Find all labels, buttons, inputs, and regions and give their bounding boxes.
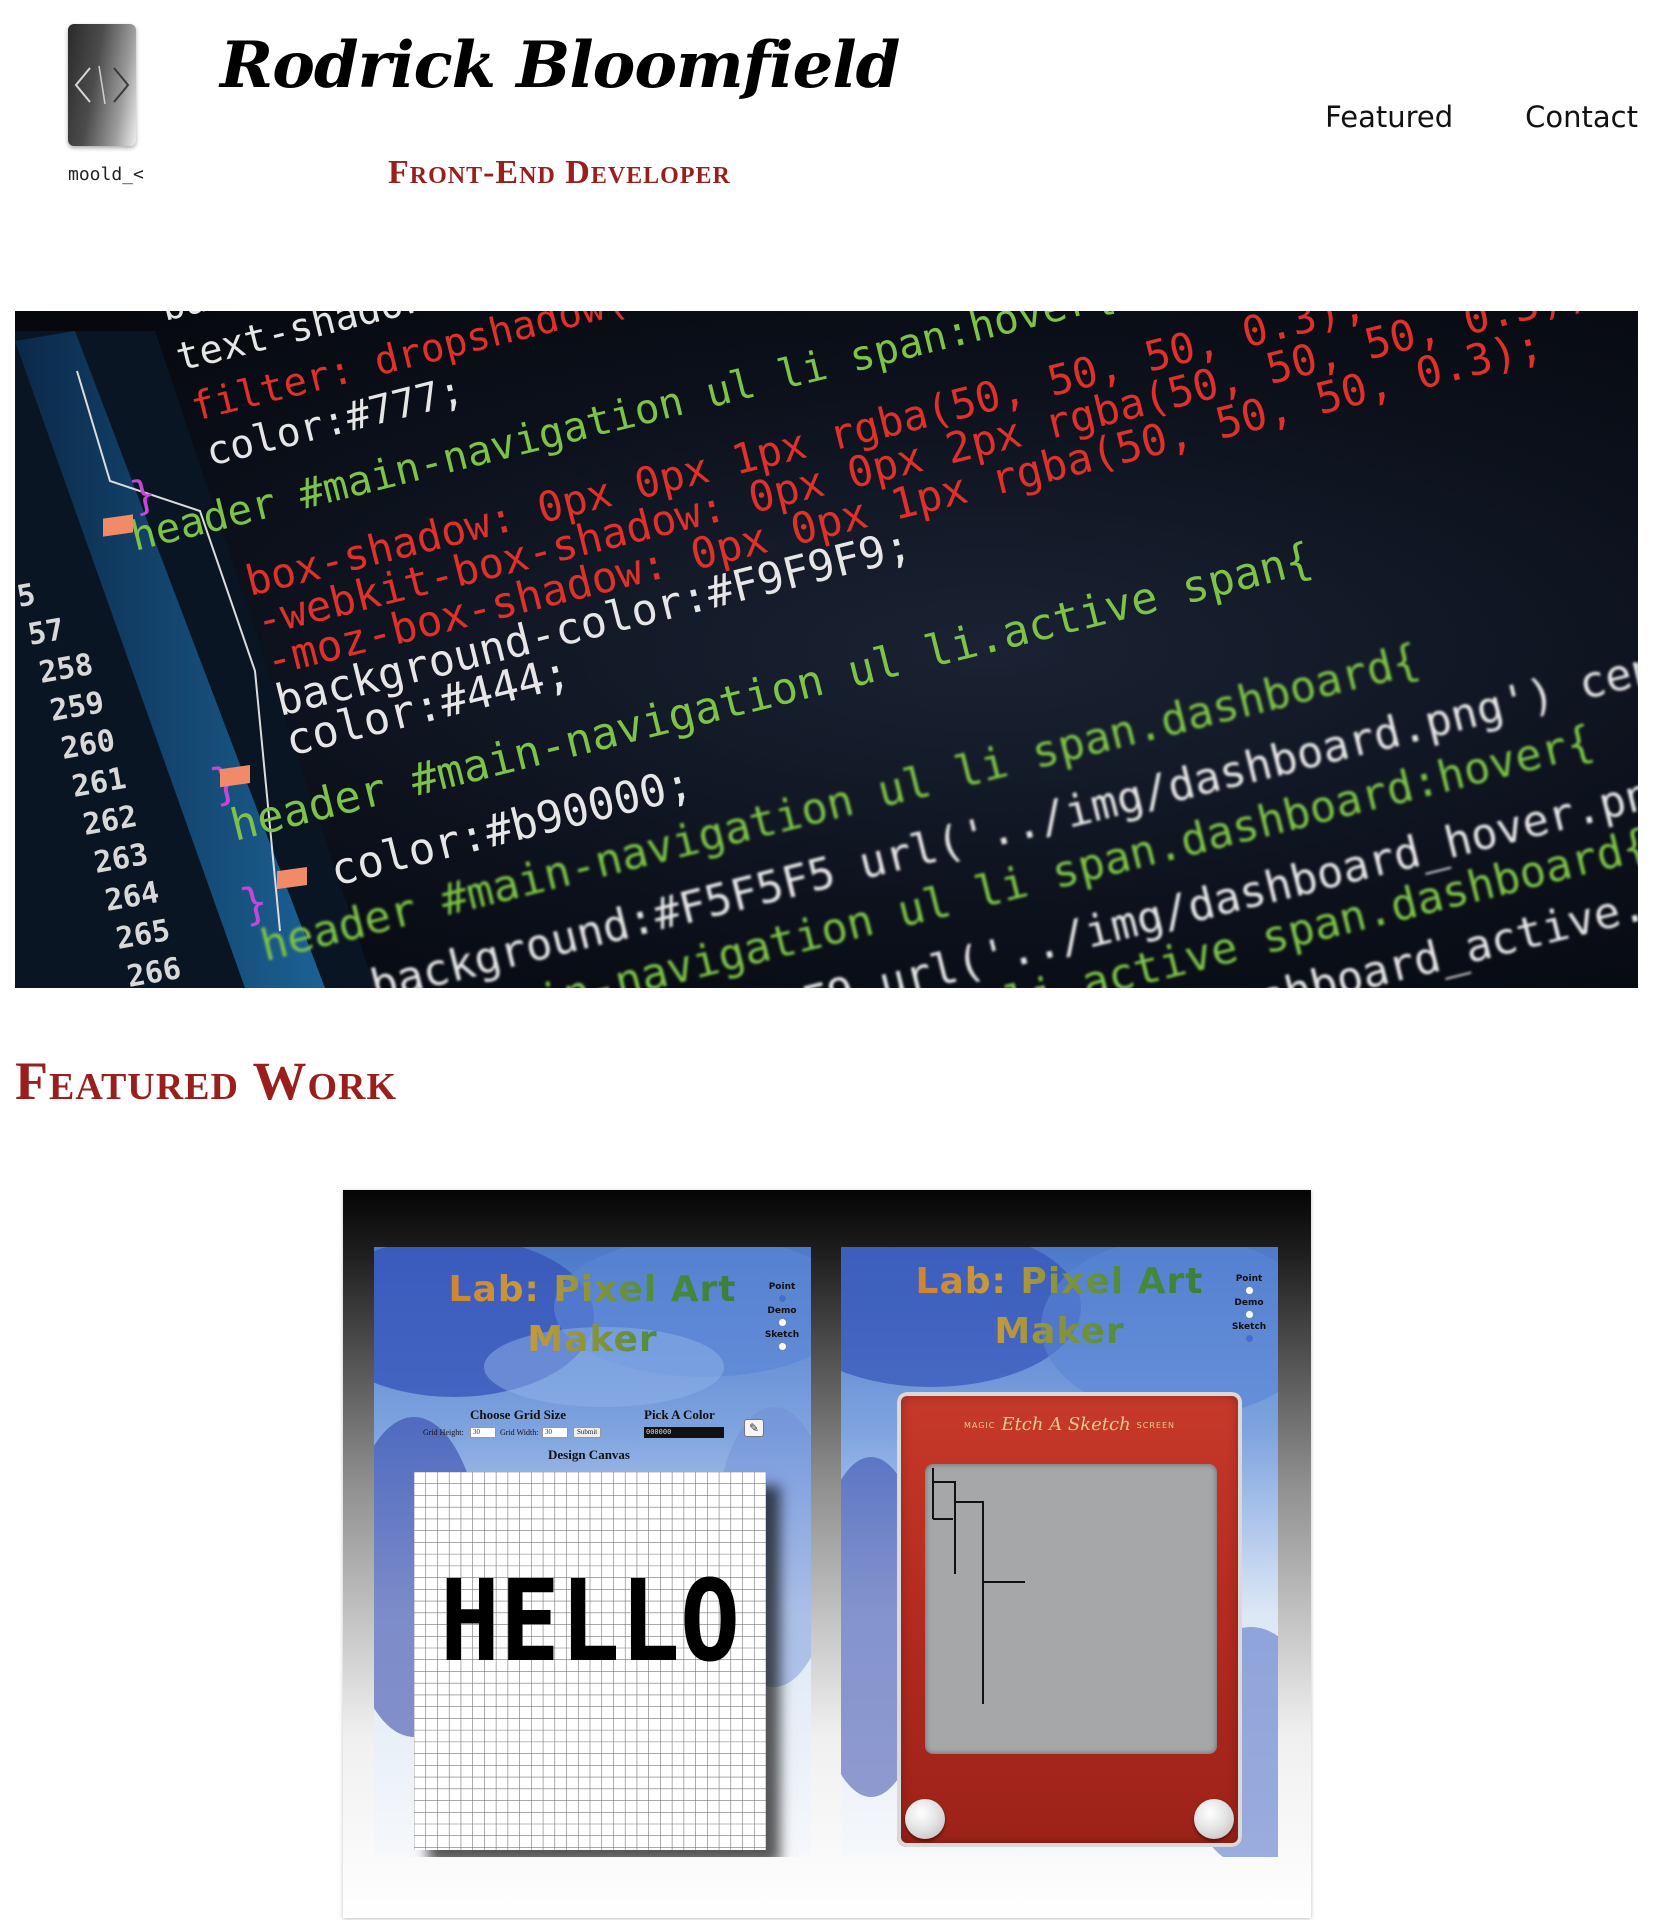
mode-demo-label: Demo (767, 1306, 797, 1316)
mode-demo-radio[interactable] (1244, 1310, 1254, 1319)
mode-demo-label: Demo (1234, 1298, 1264, 1308)
grid-height-label: Grid Height: (423, 1428, 464, 1437)
grid-height-input[interactable]: 30 (470, 1427, 496, 1438)
main-nav: Featured Contact (1325, 100, 1638, 134)
mode-sketch-label: Sketch (1231, 1322, 1267, 1332)
project-title: Lab: Pixel Art Maker (374, 1265, 811, 1365)
sketch-drawing (932, 1468, 1025, 1704)
mode-point-radio[interactable] (777, 1294, 787, 1303)
mode-sketch-radio[interactable] (1244, 1334, 1254, 1343)
code-brackets-icon (74, 65, 130, 105)
color-picker-input[interactable]: 000000 (644, 1427, 724, 1438)
project-card-pixel-art-grid[interactable]: Lab: Pixel Art Maker Point Demo Sketch C… (374, 1247, 811, 1857)
grid-width-input[interactable]: 30 (542, 1427, 568, 1438)
hero-code-banner: backgroutext-shadow: 0px 1pxfilter: drop… (15, 311, 1638, 988)
hero-code-image: backgroutext-shadow: 0px 1pxfilter: drop… (15, 311, 1638, 988)
grid-submit-button[interactable]: Submit (573, 1427, 602, 1438)
logo-caption: moold_< (68, 164, 144, 185)
nav-contact-link[interactable]: Contact (1525, 100, 1638, 134)
mode-point-label: Point (768, 1282, 796, 1292)
project-card-etch-a-sketch[interactable]: Lab: Pixel Art Maker Point Demo Sketch M… (841, 1247, 1278, 1857)
canvas-drawing-text: HELLO (440, 1557, 740, 1687)
pick-color-label: Pick A Color (644, 1407, 715, 1422)
drawing-mode-options: Point Demo Sketch (759, 1281, 805, 1353)
design-canvas-label: Design Canvas (548, 1447, 630, 1462)
right-knob[interactable] (1194, 1799, 1234, 1839)
mode-point-label: Point (1235, 1274, 1263, 1284)
mode-demo-radio[interactable] (777, 1318, 787, 1327)
featured-gallery: Lab: Pixel Art Maker Point Demo Sketch C… (343, 1190, 1311, 1918)
nav-featured-link[interactable]: Featured (1325, 100, 1453, 134)
etch-a-sketch-screen[interactable] (925, 1464, 1217, 1754)
site-logo[interactable]: moold_< (68, 24, 144, 185)
mode-sketch-radio[interactable] (777, 1342, 787, 1351)
project-title: Lab: Pixel Art Maker (841, 1257, 1278, 1357)
etch-a-sketch-brand: MAGIC Etch A Sketch SCREEN (963, 1414, 1175, 1435)
choose-grid-size-label: Choose Grid Size (470, 1407, 567, 1422)
code-lines: backgroutext-shadow: 0px 1pxfilter: drop… (126, 311, 1638, 988)
line-number: 57 (25, 612, 67, 653)
drawing-mode-options: Point Demo Sketch (1226, 1273, 1272, 1345)
grid-width-label: Grid Width: (500, 1428, 539, 1437)
site-name: Rodrick Bloomfield (220, 28, 900, 103)
mode-sketch-label: Sketch (764, 1330, 800, 1340)
featured-work-heading: Featured Work (15, 1051, 398, 1111)
site-tagline: Front-End Developer (388, 154, 731, 191)
pencil-icon[interactable]: ✎ (744, 1419, 764, 1437)
design-canvas-grid[interactable]: HELLO (414, 1472, 766, 1850)
etch-a-sketch-frame: MAGIC Etch A Sketch SCREEN (897, 1392, 1242, 1847)
left-knob[interactable] (905, 1799, 945, 1839)
logo-mark (68, 24, 136, 146)
mode-point-radio[interactable] (1244, 1286, 1254, 1295)
